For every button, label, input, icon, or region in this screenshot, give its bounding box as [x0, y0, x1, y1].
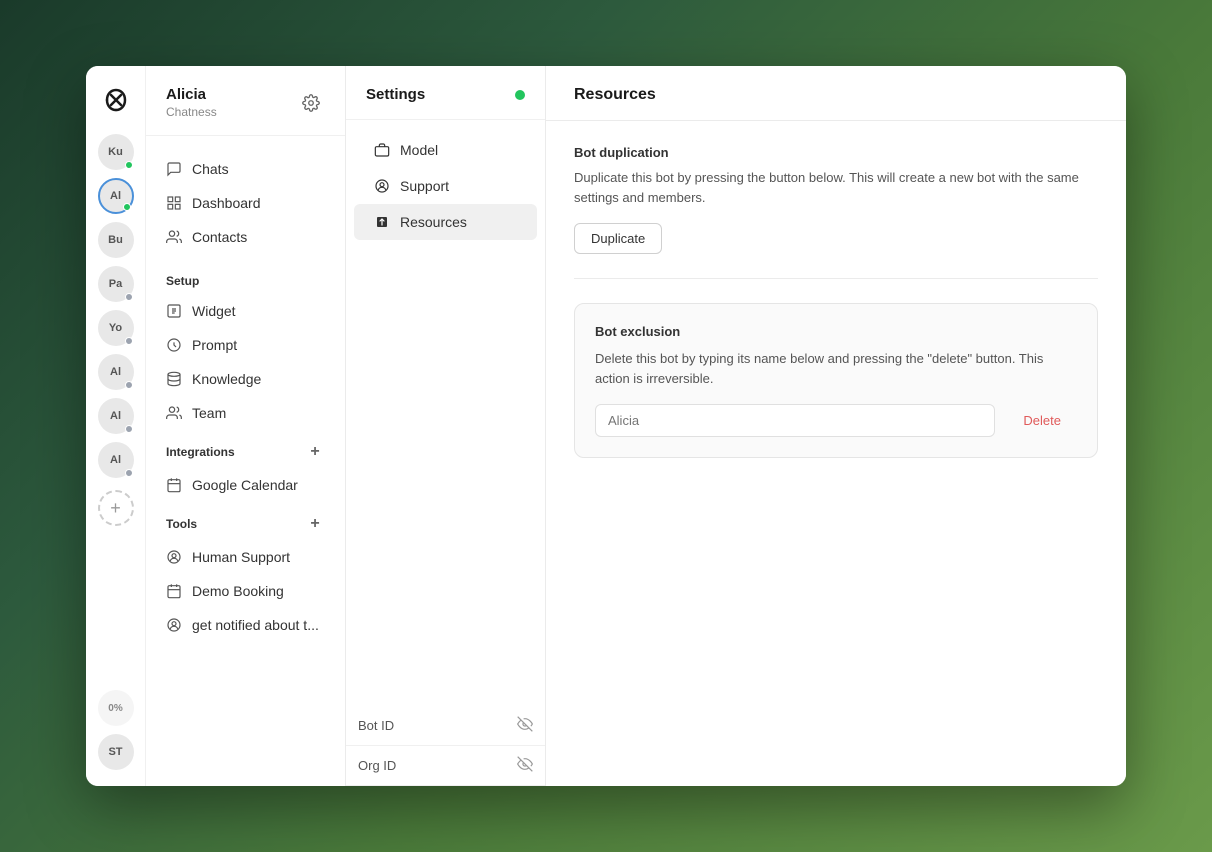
sidebar-item-label-get-notified: get notified about t... [192, 617, 319, 633]
sidebar-item-prompt[interactable]: Prompt [146, 328, 345, 362]
nav-user-sub: Chatness [166, 105, 217, 119]
tools-add-button[interactable]: + [305, 514, 325, 534]
integrations-section-title: Integrations + [146, 430, 345, 468]
avatar-al-3[interactable]: Al [98, 398, 134, 434]
divider [574, 278, 1098, 279]
main-body: Bot duplication Duplicate this bot by pr… [546, 121, 1126, 786]
progress-indicator[interactable]: 0% [98, 690, 134, 726]
sidebar-item-label-demo-booking: Demo Booking [192, 583, 284, 599]
avatar-st[interactable]: ST [98, 734, 134, 770]
gear-button[interactable] [297, 89, 325, 117]
org-id-row: Org ID [346, 746, 545, 786]
nav-header: Alicia Chatness [146, 66, 345, 136]
nav-sidebar: Alicia Chatness Chats Dashboard Co [146, 66, 346, 786]
bot-exclusion-box: Bot exclusion Delete this bot by typing … [574, 303, 1098, 458]
app-window: Ku Al Bu Pa Yo Al Al Al + 0% ST Alicia C… [86, 66, 1126, 786]
nav-user-info: Alicia Chatness [166, 86, 217, 119]
settings-nav-resources[interactable]: Resources [354, 204, 537, 240]
bot-exclusion-heading: Bot exclusion [595, 324, 1077, 339]
bot-exclusion-description: Delete this bot by typing its name below… [595, 349, 1077, 388]
sidebar-item-label-google-calendar: Google Calendar [192, 477, 298, 493]
org-id-eye-icon[interactable] [517, 756, 533, 775]
nav-section-main: Chats Dashboard Contacts [146, 136, 345, 262]
sidebar-item-label-dashboard: Dashboard [192, 195, 261, 211]
sidebar-item-google-calendar[interactable]: Google Calendar [146, 468, 345, 502]
duplicate-button[interactable]: Duplicate [574, 223, 662, 254]
sidebar-item-chats[interactable]: Chats [146, 152, 345, 186]
sidebar-item-widget[interactable]: Widget [146, 294, 345, 328]
bot-id-row: Bot ID [346, 706, 545, 746]
integrations-add-button[interactable]: + [305, 442, 325, 462]
sidebar-item-get-notified[interactable]: get notified about t... [146, 608, 345, 642]
settings-bottom: Bot ID Org ID [346, 706, 545, 786]
bot-duplication-heading: Bot duplication [574, 145, 1098, 160]
add-workspace-button[interactable]: + [98, 490, 134, 526]
settings-nav-model[interactable]: Model [354, 132, 537, 168]
sidebar-item-label-prompt: Prompt [192, 337, 237, 353]
sidebar-item-knowledge[interactable]: Knowledge [146, 362, 345, 396]
sidebar-item-label-contacts: Contacts [192, 229, 247, 245]
avatar-al-4[interactable]: Al [98, 442, 134, 478]
settings-panel: Settings Model Support Resources [346, 66, 546, 786]
logo [98, 82, 134, 118]
main-content: Resources Bot duplication Duplicate this… [546, 66, 1126, 786]
bot-name-input[interactable] [595, 404, 995, 437]
setup-section-title: Setup [146, 262, 345, 294]
sidebar-item-label-chats: Chats [192, 161, 229, 177]
settings-nav-support[interactable]: Support [354, 168, 537, 204]
settings-title: Settings [366, 86, 425, 103]
bot-exclusion-actions: Delete [595, 404, 1077, 437]
avatar-yo[interactable]: Yo [98, 310, 134, 346]
delete-button[interactable]: Delete [1007, 405, 1077, 436]
bot-id-eye-icon[interactable] [517, 716, 533, 735]
bot-duplication-description: Duplicate this bot by pressing the butto… [574, 168, 1098, 207]
nav-user-name: Alicia [166, 86, 217, 103]
page-title: Resources [574, 86, 1098, 104]
settings-nav-label-model: Model [400, 142, 438, 158]
settings-status-dot [515, 90, 525, 100]
settings-header: Settings [346, 66, 545, 120]
avatar-al-1[interactable]: Al [98, 178, 134, 214]
sidebar-item-demo-booking[interactable]: Demo Booking [146, 574, 345, 608]
settings-nav-label-resources: Resources [400, 214, 467, 230]
sidebar-item-dashboard[interactable]: Dashboard [146, 186, 345, 220]
settings-nav: Model Support Resources [346, 120, 545, 252]
sidebar-item-contacts[interactable]: Contacts [146, 220, 345, 254]
sidebar-item-label-widget: Widget [192, 303, 236, 319]
icon-sidebar: Ku Al Bu Pa Yo Al Al Al + 0% ST [86, 66, 146, 786]
settings-nav-label-support: Support [400, 178, 449, 194]
avatar-pa[interactable]: Pa [98, 266, 134, 302]
sidebar-item-team[interactable]: Team [146, 396, 345, 430]
bot-id-label: Bot ID [358, 718, 394, 733]
sidebar-item-label-team: Team [192, 405, 226, 421]
avatar-al-2[interactable]: Al [98, 354, 134, 390]
avatar-ku[interactable]: Ku [98, 134, 134, 170]
sidebar-item-label-knowledge: Knowledge [192, 371, 261, 387]
sidebar-item-human-support[interactable]: Human Support [146, 540, 345, 574]
sidebar-item-label-human-support: Human Support [192, 549, 290, 565]
org-id-label: Org ID [358, 758, 396, 773]
main-header: Resources [546, 66, 1126, 121]
avatar-bu[interactable]: Bu [98, 222, 134, 258]
tools-section-title: Tools + [146, 502, 345, 540]
